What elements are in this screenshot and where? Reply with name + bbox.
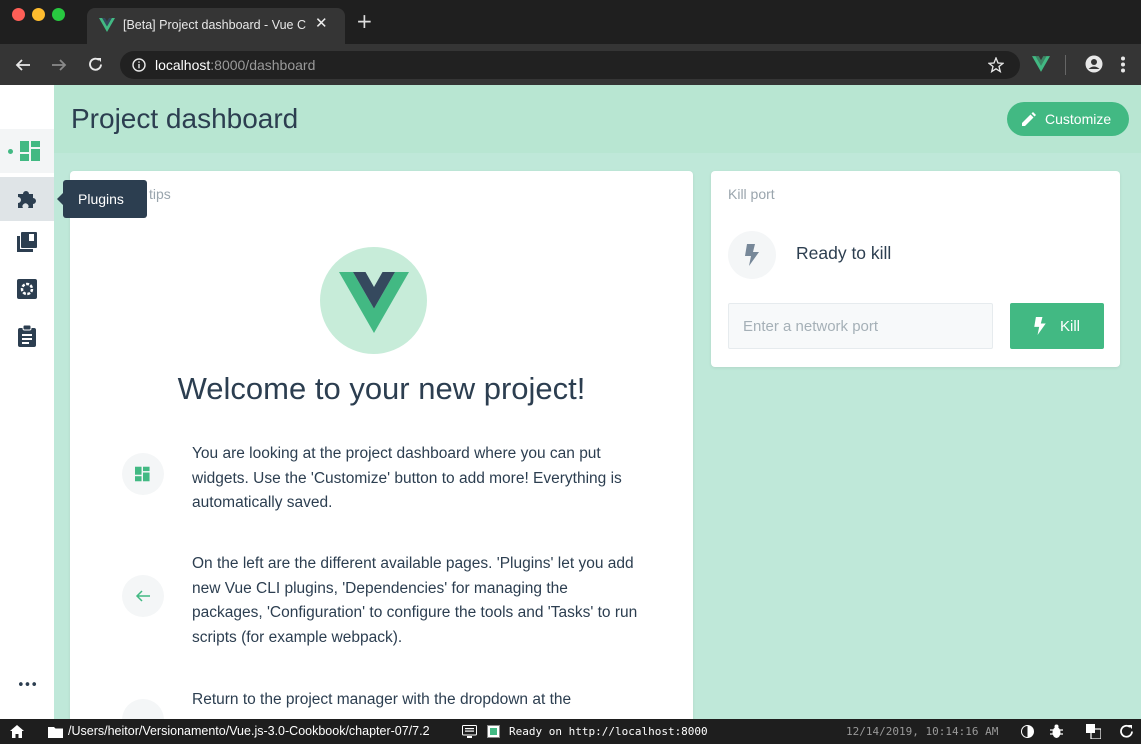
timestamp: 12/14/2019, 10:14:16 AM bbox=[846, 725, 999, 738]
tab-close-icon[interactable]: ✕ bbox=[315, 14, 328, 32]
minimize-window-icon[interactable] bbox=[32, 8, 45, 21]
forward-arrow-icon[interactable] bbox=[51, 57, 67, 73]
kill-button[interactable]: Kill bbox=[1010, 303, 1104, 349]
sidebar-item-configuration[interactable] bbox=[0, 267, 54, 311]
more-icon[interactable]: ••• bbox=[0, 663, 54, 707]
bug-icon[interactable] bbox=[1050, 724, 1063, 739]
dashboard-icon bbox=[122, 453, 164, 495]
browser-toolbar: localhost:8000/dashboard bbox=[0, 44, 1141, 85]
sidebar-item-dashboard[interactable] bbox=[0, 129, 54, 173]
puzzle-icon bbox=[18, 191, 36, 208]
url-text: localhost:8000/dashboard bbox=[155, 57, 315, 73]
dashboard-icon bbox=[20, 141, 40, 161]
dark-mode-icon[interactable] bbox=[1021, 725, 1034, 738]
kill-status: Ready to kill bbox=[796, 243, 892, 263]
lightning-icon bbox=[1034, 317, 1046, 335]
log-message[interactable]: Ready on http://localhost:8000 bbox=[509, 725, 708, 738]
tip-text: Return to the project manager with the d… bbox=[192, 691, 572, 708]
tip-text: You are looking at the project dashboard… bbox=[192, 445, 622, 511]
console-icon[interactable] bbox=[462, 725, 477, 738]
customize-label: Customize bbox=[1045, 111, 1112, 127]
welcome-headline: Welcome to your new project! bbox=[177, 371, 586, 406]
page-title: Project dashboard bbox=[71, 103, 299, 134]
lightning-icon bbox=[728, 231, 776, 279]
home-icon bbox=[122, 699, 164, 719]
folder-icon bbox=[48, 727, 63, 738]
clipboard-icon bbox=[18, 325, 36, 347]
sidebar-item-tasks[interactable] bbox=[0, 314, 54, 358]
pencil-icon bbox=[1022, 112, 1036, 126]
sidebar-item-plugins[interactable] bbox=[0, 177, 54, 221]
project-path[interactable]: /Users/heitor/Versionamento/Vue.js-3.0-C… bbox=[68, 724, 430, 738]
reload-icon[interactable] bbox=[87, 56, 104, 73]
info-icon[interactable] bbox=[132, 58, 146, 72]
active-indicator bbox=[8, 149, 13, 154]
tip-text: On the left are the different available … bbox=[192, 555, 638, 646]
close-window-icon[interactable] bbox=[12, 8, 25, 21]
browser-menu-icon[interactable] bbox=[1120, 56, 1126, 73]
arrow-left-icon bbox=[122, 575, 164, 617]
kill-port-widget: Kill port Ready to kill Kill bbox=[711, 171, 1120, 367]
url-path: :8000/dashboard bbox=[210, 57, 316, 73]
vue-logo-icon bbox=[339, 272, 409, 333]
port-input[interactable] bbox=[728, 303, 993, 349]
address-bar[interactable]: localhost:8000/dashboard bbox=[120, 51, 1020, 79]
tab-title: [Beta] Project dashboard - Vue C bbox=[123, 18, 306, 32]
profile-icon[interactable] bbox=[1085, 55, 1103, 73]
vue-favicon-icon bbox=[99, 18, 115, 32]
customize-button[interactable]: Customize bbox=[1007, 102, 1129, 136]
maximize-window-icon[interactable] bbox=[52, 8, 65, 21]
browser-tab[interactable]: [Beta] Project dashboard - Vue C ✕ bbox=[87, 8, 345, 44]
plugins-tooltip: Plugins bbox=[57, 180, 147, 218]
home-icon[interactable] bbox=[10, 725, 24, 738]
translate-icon[interactable] bbox=[1086, 724, 1101, 739]
new-tab-button[interactable]: + bbox=[356, 11, 373, 31]
settings-applications-icon bbox=[17, 279, 37, 299]
log-type-icon bbox=[487, 725, 500, 738]
back-arrow-icon[interactable] bbox=[15, 57, 31, 73]
vue-ui-app: ••• Project dashboard Customize Welcome … bbox=[0, 85, 1141, 719]
welcome-tips-widget: Welcome tips Welcome to your new project… bbox=[70, 171, 693, 719]
sidebar-item-dependencies[interactable] bbox=[0, 220, 54, 264]
library-books-icon bbox=[17, 232, 37, 252]
vue-devtools-icon[interactable] bbox=[1032, 56, 1050, 72]
url-host: localhost bbox=[155, 57, 211, 73]
bookmark-star-icon[interactable] bbox=[988, 57, 1004, 73]
status-bar: /Users/heitor/Versionamento/Vue.js-3.0-C… bbox=[0, 719, 1141, 744]
browser-tab-strip: [Beta] Project dashboard - Vue C ✕ + bbox=[0, 0, 1141, 44]
vue-logo bbox=[320, 247, 427, 354]
kill-label: Kill bbox=[1059, 317, 1080, 335]
refresh-icon[interactable] bbox=[1119, 724, 1134, 739]
toolbar-divider bbox=[1065, 55, 1066, 75]
sidebar: ••• bbox=[0, 85, 54, 719]
widget-title: Kill port bbox=[728, 186, 775, 202]
